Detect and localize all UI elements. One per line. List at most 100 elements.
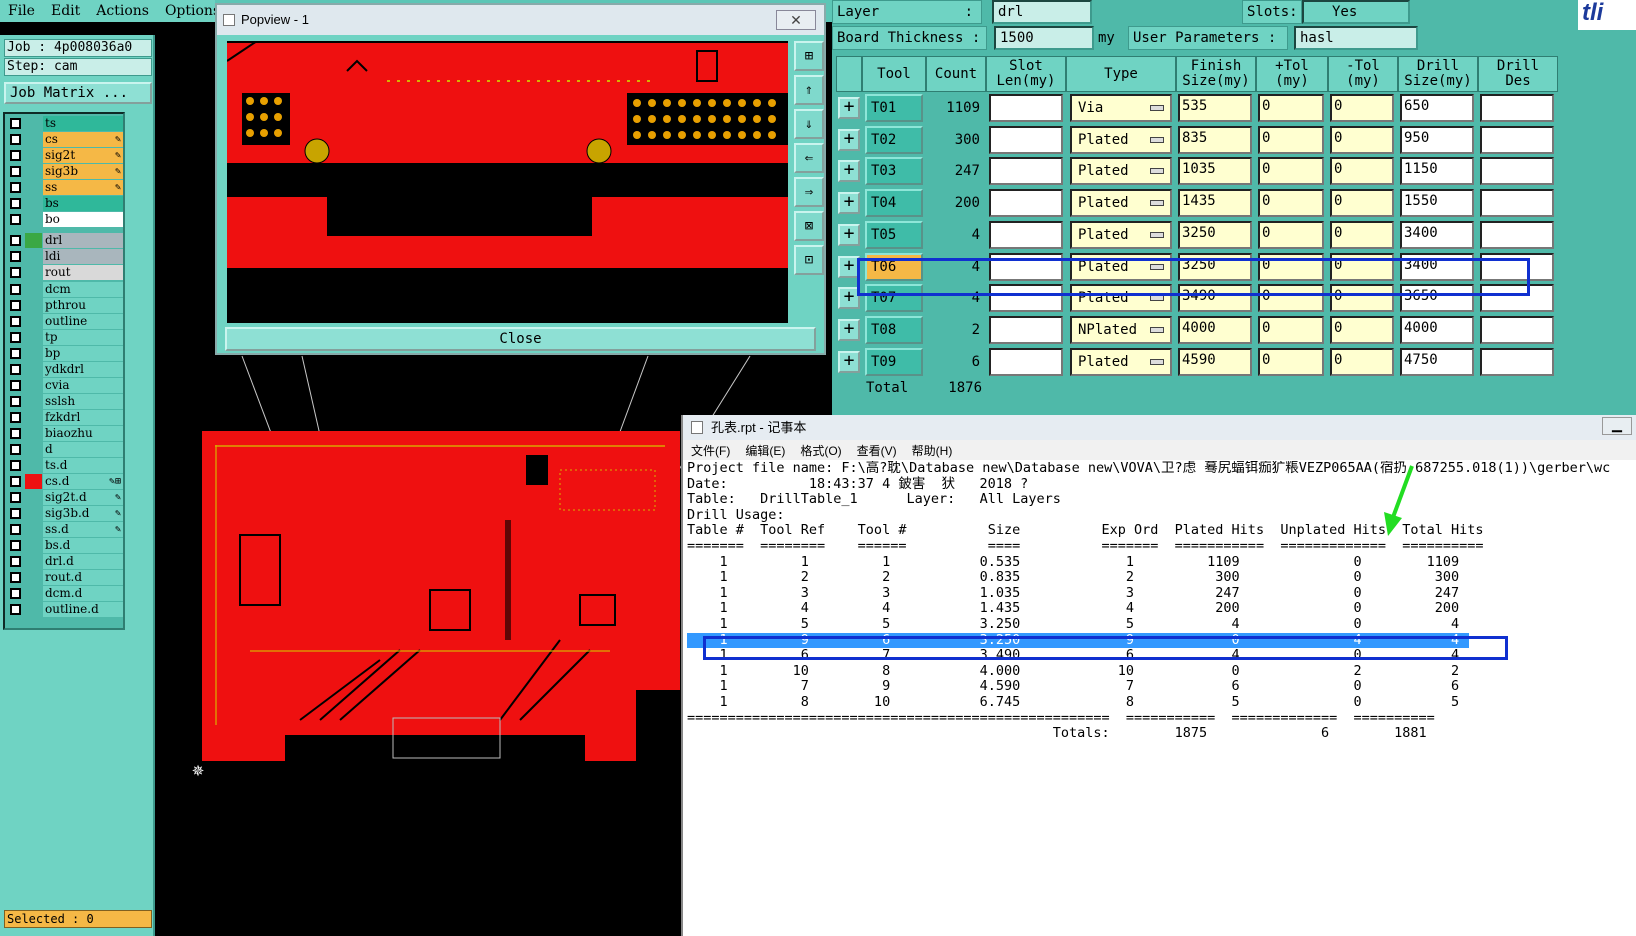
expand-row-icon[interactable]: + — [838, 192, 860, 215]
np-menu-format[interactable]: 格式(O) — [800, 442, 841, 459]
drill-size-input[interactable]: 4750 — [1400, 347, 1474, 376]
type-select[interactable]: Plated — [1070, 189, 1172, 218]
expand-row-icon[interactable]: + — [838, 97, 860, 119]
report-line[interactable]: Drill Usage: — [687, 507, 1635, 524]
slot-len-input[interactable] — [989, 157, 1063, 186]
zoom-in-icon[interactable]: ⊠ — [794, 211, 824, 241]
pan-right-icon[interactable]: ⇒ — [794, 177, 824, 207]
notepad-titlebar[interactable]: 孔表.rpt - 记事本 ▁ — [683, 415, 1636, 440]
close-button[interactable]: Close — [225, 327, 816, 351]
popview-titlebar[interactable]: Popview - 1 ✕ — [217, 5, 824, 35]
slot-len-input[interactable] — [989, 189, 1063, 218]
minus-tol-input[interactable]: 0 — [1330, 94, 1394, 122]
tool-name-button[interactable]: T02 — [865, 125, 923, 154]
finish-size-input[interactable]: 3250 — [1178, 220, 1252, 249]
drill-size-input[interactable]: 650 — [1400, 94, 1474, 122]
report-line[interactable]: Totals: 1875 6 1881 — [687, 725, 1635, 742]
plus-tol-input[interactable]: 0 — [1258, 189, 1324, 218]
type-select[interactable]: Plated — [1070, 220, 1172, 249]
expand-row-icon[interactable]: + — [838, 160, 860, 183]
pan-up-icon[interactable]: ⇑ — [794, 75, 824, 105]
expand-row-icon[interactable]: + — [838, 350, 860, 373]
report-line[interactable]: 1 5 5 3.250 5 4 0 4 — [687, 616, 1635, 633]
slot-len-input[interactable] — [989, 347, 1063, 376]
expand-row-icon[interactable]: + — [838, 128, 860, 151]
plus-tol-input[interactable]: 0 — [1258, 125, 1324, 154]
drill-size-input[interactable]: 1150 — [1400, 157, 1474, 186]
minus-tol-input[interactable]: 0 — [1330, 157, 1394, 186]
pan-down-icon[interactable]: ⇓ — [794, 109, 824, 139]
minus-tol-input[interactable]: 0 — [1330, 347, 1394, 376]
zoom-out-icon[interactable]: ⊡ — [794, 245, 824, 275]
slot-len-input[interactable] — [989, 220, 1063, 249]
drill-des-input[interactable] — [1480, 347, 1554, 376]
type-select[interactable]: Via — [1070, 94, 1172, 122]
drill-size-input[interactable]: 4000 — [1400, 315, 1474, 344]
finish-size-input[interactable]: 4590 — [1178, 347, 1252, 376]
report-line[interactable]: 1 3 3 1.035 3 247 0 247 — [687, 585, 1635, 602]
slot-len-input[interactable] — [989, 315, 1063, 344]
report-line[interactable]: 1 10 8 4.000 10 0 2 2 — [687, 663, 1635, 680]
tool-name-button[interactable]: T09 — [865, 347, 923, 376]
plus-tol-input[interactable]: 0 — [1258, 220, 1324, 249]
drill-des-input[interactable] — [1480, 315, 1554, 344]
user-params-field[interactable]: hasl — [1294, 26, 1418, 50]
finish-size-input[interactable]: 4000 — [1178, 315, 1252, 344]
slots-select[interactable]: Yes — [1302, 0, 1410, 24]
drill-des-input[interactable] — [1480, 220, 1554, 249]
finish-size-input[interactable]: 835 — [1178, 125, 1252, 154]
report-line[interactable]: ======= ======== ====== ==== ======= ===… — [687, 538, 1635, 555]
drill-des-input[interactable] — [1480, 189, 1554, 218]
slot-len-input[interactable] — [989, 94, 1063, 122]
plus-tol-input[interactable]: 0 — [1258, 347, 1324, 376]
tool-name-button[interactable]: T05 — [865, 220, 923, 249]
finish-size-input[interactable]: 1435 — [1178, 189, 1252, 218]
minimize-icon[interactable]: ▁ — [1602, 417, 1632, 435]
pan-left-icon[interactable]: ⇐ — [794, 143, 824, 173]
layer-field[interactable]: drl — [992, 0, 1092, 24]
drill-size-input[interactable]: 1550 — [1400, 189, 1474, 218]
report-line[interactable]: 1 2 2 0.835 2 300 0 300 — [687, 570, 1635, 586]
type-select[interactable]: Plated — [1070, 157, 1172, 186]
drill-des-input[interactable] — [1480, 157, 1554, 186]
tool-name-button[interactable]: T08 — [865, 315, 923, 344]
minus-tol-input[interactable]: 0 — [1330, 125, 1394, 154]
type-select[interactable]: Plated — [1070, 347, 1172, 376]
drill-des-input[interactable] — [1480, 125, 1554, 154]
report-line[interactable]: 1 8 10 6.745 8 5 0 5 — [687, 694, 1635, 711]
np-menu-view[interactable]: 查看(V) — [857, 442, 897, 459]
tool-name-button[interactable]: T01 — [865, 94, 923, 122]
np-menu-help[interactable]: 帮助(H) — [912, 442, 953, 459]
drill-size-input[interactable]: 950 — [1400, 125, 1474, 154]
report-line[interactable]: 1 4 4 1.435 4 200 0 200 — [687, 601, 1635, 617]
np-menu-file[interactable]: 文件(F) — [691, 442, 730, 459]
report-line[interactable]: 1 1 1 0.535 1 1109 0 1109 — [687, 554, 1635, 571]
drill-size-input[interactable]: 3400 — [1400, 220, 1474, 249]
np-menu-edit[interactable]: 编辑(E) — [745, 442, 785, 459]
drill-des-input[interactable] — [1480, 94, 1554, 122]
plus-tol-input[interactable]: 0 — [1258, 94, 1324, 122]
notepad-text-area[interactable]: Project file name: F:\高?耽\Database new\D… — [687, 461, 1635, 931]
close-icon[interactable]: ✕ — [776, 10, 816, 30]
tool-name-button[interactable]: T03 — [865, 157, 923, 186]
report-line[interactable]: 1 7 9 4.590 7 6 0 6 — [687, 679, 1635, 695]
finish-size-input[interactable]: 535 — [1178, 94, 1252, 122]
slot-len-input[interactable] — [989, 125, 1063, 154]
finish-size-input[interactable]: 1035 — [1178, 157, 1252, 186]
popview-canvas[interactable] — [227, 41, 788, 323]
plus-tol-input[interactable]: 0 — [1258, 315, 1324, 344]
report-line[interactable]: ========================================… — [687, 710, 1635, 727]
report-line[interactable]: Project file name: F:\高?耽\Database new\D… — [687, 461, 1635, 477]
tool-name-button[interactable]: T04 — [865, 189, 923, 218]
board-thickness-field[interactable]: 1500 — [994, 26, 1094, 50]
report-line[interactable]: Table: DrillTable_1 Layer: All Layers — [687, 492, 1635, 508]
type-select[interactable]: NPlated — [1070, 315, 1172, 344]
minus-tol-input[interactable]: 0 — [1330, 315, 1394, 344]
minus-tol-input[interactable]: 0 — [1330, 220, 1394, 249]
minus-tol-input[interactable]: 0 — [1330, 189, 1394, 218]
type-select[interactable]: Plated — [1070, 125, 1172, 154]
expand-row-icon[interactable]: + — [838, 318, 860, 341]
expand-row-icon[interactable]: + — [838, 223, 860, 246]
zoom-fit-icon[interactable]: ⊞ — [794, 41, 824, 71]
report-line[interactable]: Date: 18:43:37 4 鈹害 犾 2018 ? — [687, 476, 1635, 493]
